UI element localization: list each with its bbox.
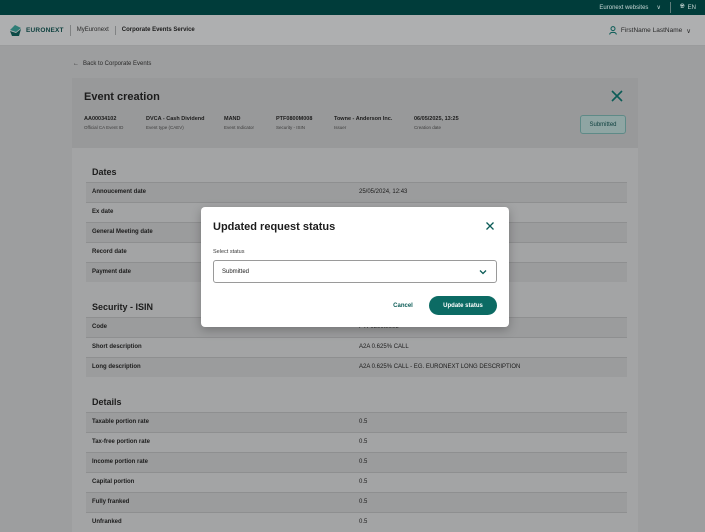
event-header: Event creation AA00034102 Official CA Ev… xyxy=(72,78,638,148)
divider xyxy=(69,24,71,36)
table-row: Annoucement date 25/05/2024, 12:43 xyxy=(86,182,627,202)
row-value: A2A 0.625% CALL - EG. EURONEXT LONG DESC… xyxy=(359,364,521,370)
row-key: Code xyxy=(92,324,107,330)
euronext-logo-icon xyxy=(10,24,21,36)
modal-title: Updated request status xyxy=(213,221,336,233)
issuer-label: Issuer xyxy=(334,125,347,130)
table-row: Income portion rate 0.5 xyxy=(86,452,627,472)
table-row: Short description A2A 0.625% CALL xyxy=(86,337,627,357)
event-type-value: DVCA - Cash Dividend xyxy=(146,116,205,122)
chevron-down-icon: ∨ xyxy=(656,5,661,11)
user-name: FirstName LastName xyxy=(620,27,683,34)
breadcrumb-corporate-events-service[interactable]: Corporate Events Service xyxy=(122,27,195,33)
security-isin: PTF0800M008 Security - ISIN xyxy=(276,116,312,130)
table-row: Long description A2A 0.625% CALL - EG. E… xyxy=(86,357,627,377)
issuer: Towne - Anderson Inc. Issuer xyxy=(334,116,392,130)
language-selector[interactable]: 🌐︎ EN xyxy=(671,0,705,15)
row-value: 25/05/2024, 12:43 xyxy=(359,189,408,195)
event-id: AA00034102 Official CA Event ID xyxy=(84,116,123,130)
row-key: Annoucement date xyxy=(92,189,147,195)
event-indicator-value: MAND xyxy=(224,116,241,122)
update-status-button[interactable]: Update status xyxy=(429,296,497,315)
creation-date-value: 06/05/2025, 13:25 xyxy=(414,116,459,122)
row-value: 0.5 xyxy=(359,499,368,505)
row-key: Record date xyxy=(92,249,127,255)
euronext-websites-menu[interactable]: Euronext websites ∨ xyxy=(590,0,669,15)
row-key: Long description xyxy=(92,364,141,370)
close-icon[interactable] xyxy=(610,89,624,103)
row-key: Fully franked xyxy=(92,499,130,505)
details-section-title: Details xyxy=(92,397,122,407)
row-key: Unfranked xyxy=(92,519,122,525)
top-utility-bar: Euronext websites ∨ 🌐︎ EN xyxy=(0,0,705,15)
euronext-logo[interactable]: EURONEXT xyxy=(9,24,64,37)
page-title: Event creation xyxy=(84,91,160,103)
security-section-title: Security - ISIN xyxy=(92,302,154,312)
euronext-websites-label: Euronext websites xyxy=(599,4,649,11)
event-id-value: AA00034102 xyxy=(84,116,117,122)
row-key: Ex date xyxy=(92,209,114,215)
status-select[interactable]: Submitted xyxy=(213,260,497,283)
dates-section-title: Dates xyxy=(92,167,117,177)
back-link-label: Back to Corporate Events xyxy=(83,61,152,67)
cancel-button[interactable]: Cancel xyxy=(385,296,421,315)
table-row: Unfranked 0.5 xyxy=(86,512,627,532)
table-row: Tax-free portion rate 0.5 xyxy=(86,432,627,452)
row-value: 0.5 xyxy=(359,439,368,445)
row-key: Capital portion xyxy=(92,479,135,485)
select-status-label: Select status xyxy=(213,249,245,255)
creation-date: 06/05/2025, 13:25 Creation date xyxy=(414,116,459,130)
event-indicator-label: Event Indicator xyxy=(224,125,255,130)
chevron-down-icon: ∨ xyxy=(686,27,691,35)
status-select-value: Submitted xyxy=(222,269,250,275)
issuer-value: Towne - Anderson Inc. xyxy=(334,116,393,122)
table-row: Capital portion 0.5 xyxy=(86,472,627,492)
creation-date-label: Creation date xyxy=(414,125,442,130)
breadcrumb-myeuronext[interactable]: MyEuronext xyxy=(77,27,109,33)
row-key: Tax-free portion rate xyxy=(92,439,150,445)
event-id-label: Official CA Event ID xyxy=(84,125,124,130)
row-key: Income portion rate xyxy=(92,459,149,465)
row-key: Taxable portion rate xyxy=(92,419,149,425)
security-isin-label: Security - ISIN xyxy=(276,125,306,130)
update-status-modal: Updated request status Select status Sub… xyxy=(201,207,509,327)
row-value: 0.5 xyxy=(359,479,368,485)
row-value: A2A 0.625% CALL xyxy=(359,344,409,350)
row-value: 0.5 xyxy=(359,459,368,465)
user-icon xyxy=(608,26,617,35)
close-icon[interactable] xyxy=(485,221,495,231)
event-type: DVCA - Cash Dividend Event type (CAEV) xyxy=(146,116,204,130)
user-menu[interactable]: FirstName LastName ∨ xyxy=(608,15,691,46)
event-type-label: Event type (CAEV) xyxy=(146,125,184,130)
row-key: General Meeting date xyxy=(92,229,153,235)
language-label: EN xyxy=(687,4,696,11)
table-row: Taxable portion rate 0.5 xyxy=(86,412,627,432)
status-badge: Submitted xyxy=(580,115,626,134)
row-key: Payment date xyxy=(92,269,132,275)
divider xyxy=(114,25,116,35)
event-indicator: MAND Event Indicator xyxy=(224,116,254,130)
logo-text: EURONEXT xyxy=(26,26,64,34)
arrow-left-icon: ← xyxy=(73,61,79,67)
back-link[interactable]: ← Back to Corporate Events xyxy=(73,61,151,67)
security-isin-value: PTF0800M008 xyxy=(276,116,313,122)
globe-icon: 🌐︎ xyxy=(679,4,685,10)
table-row: Fully franked 0.5 xyxy=(86,492,627,512)
row-value: 0.5 xyxy=(359,519,368,525)
row-key: Short description xyxy=(92,344,142,350)
chevron-down-icon xyxy=(479,270,487,275)
row-value: 0.5 xyxy=(359,419,368,425)
app-header: EURONEXT MyEuronext Corporate Events Ser… xyxy=(0,15,705,46)
